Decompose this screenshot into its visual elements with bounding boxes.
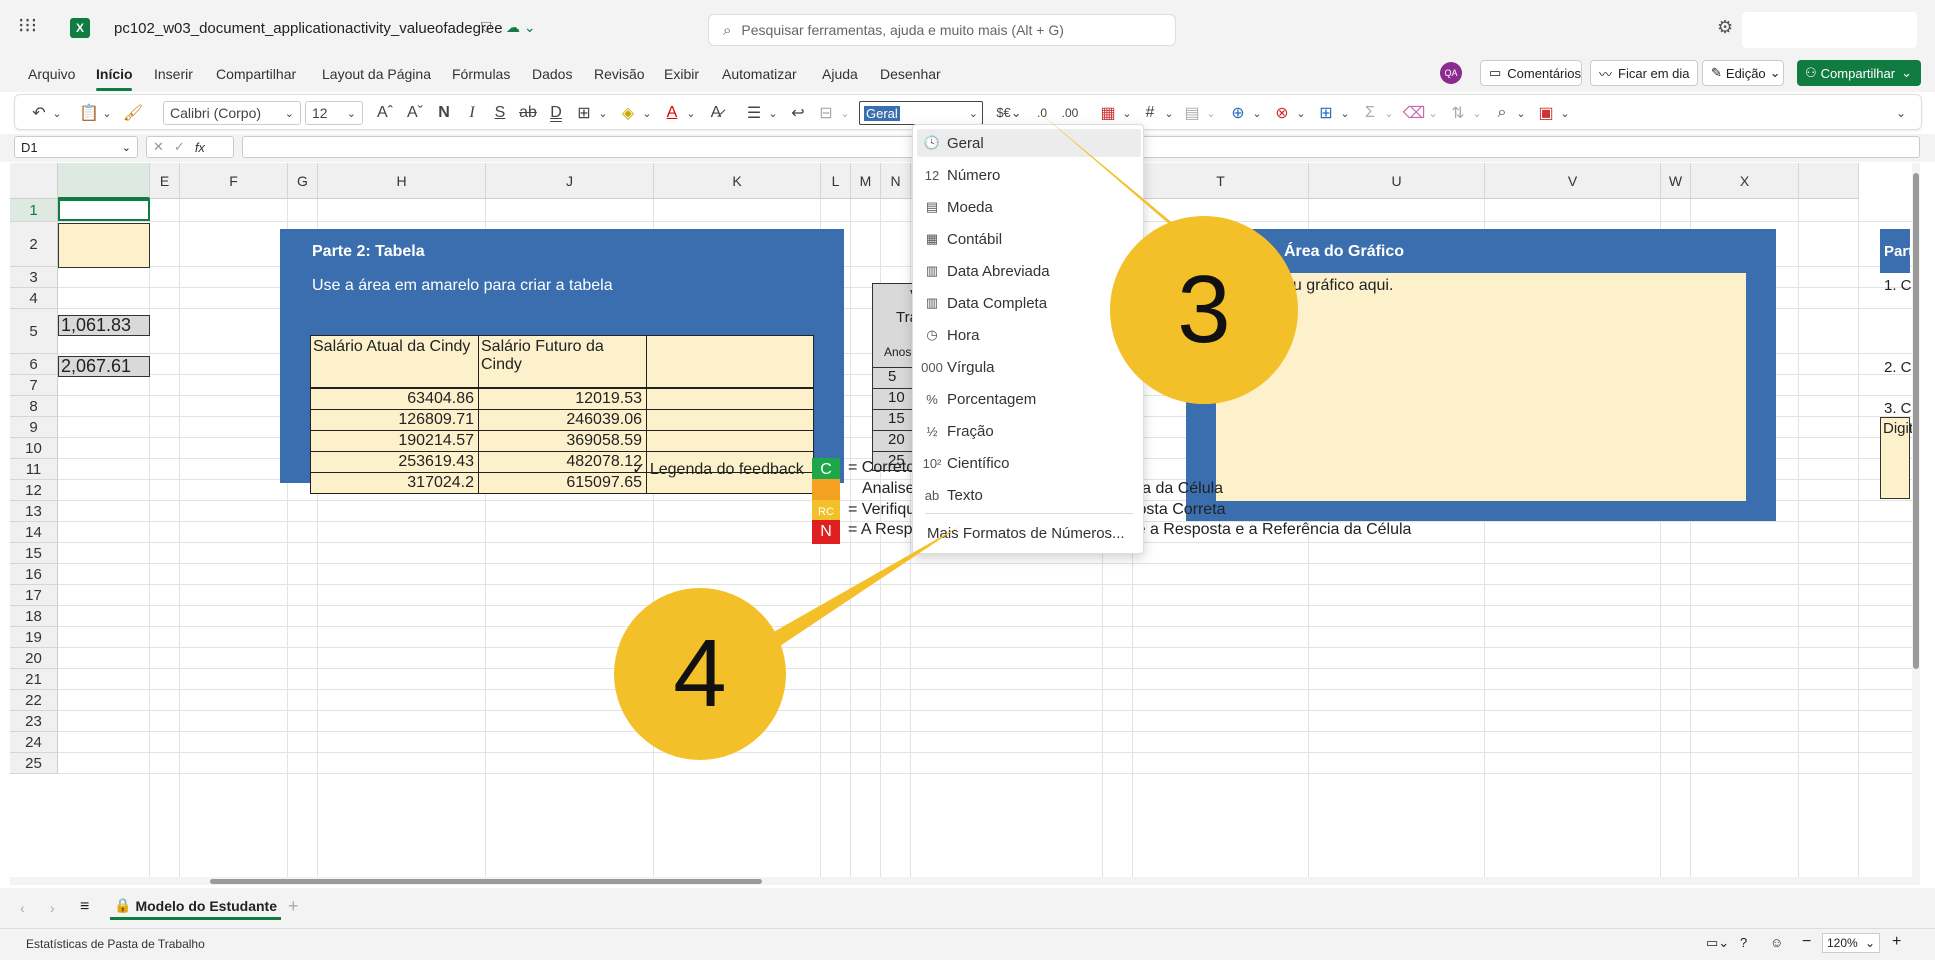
workbook-statistics[interactable]: Estatísticas de Pasta de Trabalho [26,937,205,951]
sheet-tab-active[interactable]: 🔒 Modelo do Estudante [110,894,281,920]
zoom-value: 120% [1827,936,1858,950]
sheet-tab-label: Modelo do Estudante [135,897,277,914]
callout-4: 4 [614,588,786,760]
callout-3: 3 [1110,216,1298,404]
zoom-in-icon[interactable]: + [1892,933,1901,951]
help-icon[interactable]: ? [1740,935,1747,950]
status-bar: Estatísticas de Pasta de Trabalho ▭⌄ ? ☺… [0,928,1935,960]
callout-pointers [744,113,1222,670]
next-sheet-icon[interactable]: › [50,900,55,916]
zoom-select[interactable]: 120% ⌄ [1822,933,1880,953]
lock-icon: 🔒 [114,897,132,913]
add-sheet-icon[interactable]: + [288,896,299,917]
chevron-down-icon: ⌄ [1864,936,1875,950]
prev-sheet-icon[interactable]: ‹ [20,900,25,916]
feedback-icon[interactable]: ☺ [1770,935,1783,950]
view-icon[interactable]: ▭⌄ [1706,935,1729,951]
all-sheets-icon[interactable]: ≡ [80,898,89,916]
sheet-tabs-bar: ‹ › ≡ 🔒 Modelo do Estudante + [0,888,1935,928]
zoom-out-icon[interactable]: − [1802,933,1811,951]
